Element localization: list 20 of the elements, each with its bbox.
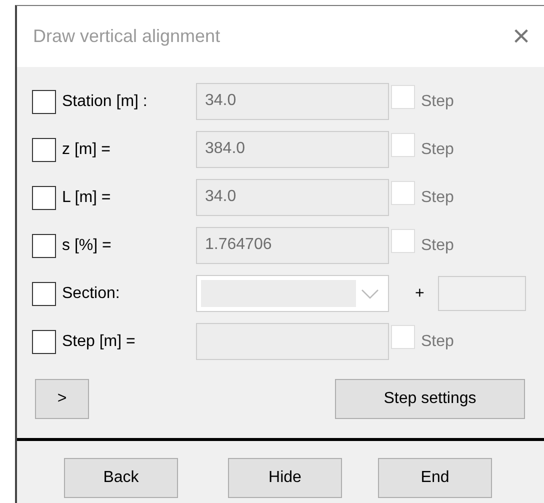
step-settings-button[interactable]: Step settings [335,379,525,419]
input-field[interactable] [438,276,526,311]
field-label: Section: [62,284,121,302]
step-label: Step [421,188,454,206]
step-label: Step [421,92,454,110]
window-title: Draw vertical alignment [33,26,220,47]
field-label: L [m] = [62,188,112,206]
close-button[interactable]: × [512,22,530,52]
field-label: Step [m] = [62,332,136,350]
step-label: Step [421,236,454,254]
field-label: Station [m] : [62,92,148,110]
field-label: z [m] = [62,140,112,158]
expand-button[interactable]: > [35,379,89,419]
plus-label: + [415,284,424,302]
step-label: Step [421,332,454,350]
step-label: Step [421,140,454,158]
field-label: s [%] = [62,236,112,254]
footer-button[interactable]: End [378,458,492,498]
footer-button[interactable]: Back [64,458,178,498]
footer-button[interactable]: Hide [228,458,342,498]
